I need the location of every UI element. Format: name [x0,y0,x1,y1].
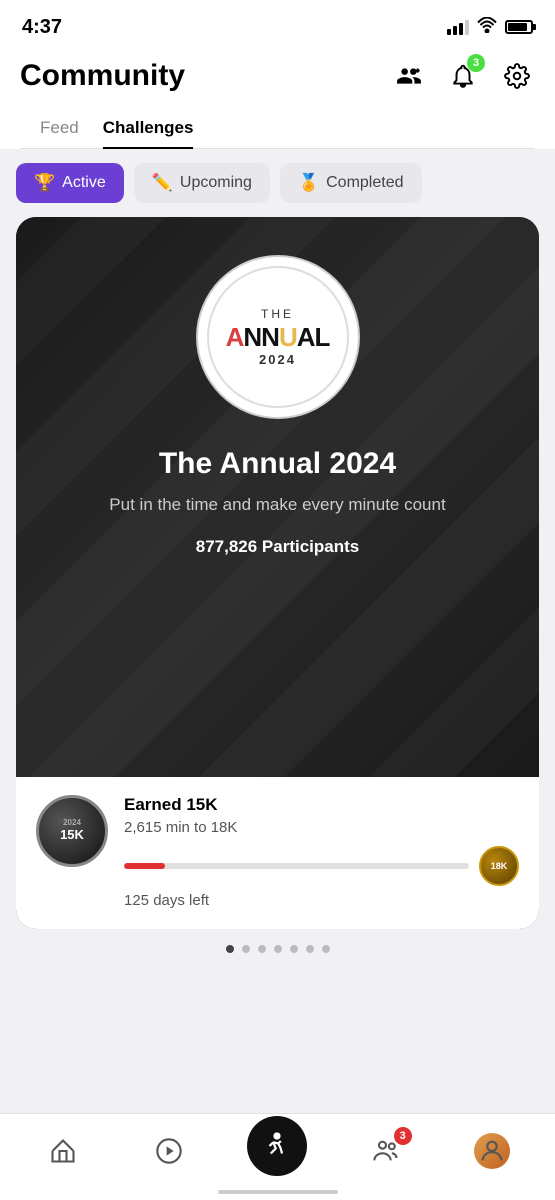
main-tabs: Feed Challenges [20,108,535,149]
notifications-button[interactable]: 3 [445,58,481,94]
challenge-participants: 877,826 Participants [196,537,359,557]
wifi-icon [477,17,497,38]
filter-active-label: Active [62,174,106,192]
progress-info: Earned 15K 2,615 min to 18K 18K 125 days… [124,795,519,909]
header-actions: 3 [391,58,535,94]
progress-bar-fill [124,863,165,869]
add-person-icon [396,63,422,89]
home-button[interactable] [35,1127,91,1175]
next-badge-label: 18K [491,861,508,871]
filter-upcoming-label: Upcoming [180,174,252,192]
gear-icon [504,63,530,89]
dot-4[interactable] [274,945,282,953]
dot-3[interactable] [258,945,266,953]
tab-feed[interactable]: Feed [40,108,79,148]
play-icon [155,1137,183,1165]
filter-completed[interactable]: 🏅 Completed [280,163,422,203]
filter-upcoming[interactable]: ✏️ Upcoming [134,163,270,203]
logo-annual-text: ANNUAL [226,323,330,352]
page-title: Community [20,59,185,93]
profile-button[interactable] [464,1127,520,1175]
next-badge: 18K [479,846,519,886]
challenge-card: THE ANNUAL 2024 The Annual 2024 Put in t… [16,217,539,929]
trophy-icon: 🏆 [34,173,55,193]
challenge-description: Put in the time and make every minute co… [109,493,445,517]
home-icon [49,1137,77,1165]
settings-button[interactable] [499,58,535,94]
status-icons [447,17,533,38]
community-badge: 3 [394,1127,412,1145]
challenge-logo: THE ANNUAL 2024 [198,257,358,417]
remaining-label: 2,615 min to 18K [124,819,519,836]
play-button[interactable] [141,1127,197,1175]
filter-completed-label: Completed [326,174,403,192]
medal-icon: 🏅 [298,173,319,193]
logo-the-text: THE [261,307,294,321]
dot-6[interactable] [306,945,314,953]
progress-bar-wrap: 18K [124,846,519,886]
header: Community 3 Feed [0,50,555,149]
filter-bar: 🏆 Active ✏️ Upcoming 🏅 Completed [0,149,555,217]
pagination-dots [16,929,539,963]
activity-button[interactable] [247,1116,307,1176]
runner-icon [262,1131,292,1161]
community-button[interactable]: 3 [358,1127,414,1175]
days-left: 125 days left [124,892,519,909]
bottom-nav: 3 [0,1113,555,1200]
notification-badge: 3 [467,54,485,72]
dot-1[interactable] [226,945,234,953]
home-indicator [218,1190,338,1194]
dot-5[interactable] [290,945,298,953]
challenge-title: The Annual 2024 [159,447,396,481]
battery-icon [505,20,533,34]
logo-year-text: 2024 [259,352,296,367]
badge-label: 15K [60,827,84,842]
progress-bar-bg [124,863,469,869]
header-top: Community 3 [20,58,535,94]
status-time: 4:37 [22,16,62,39]
challenge-banner: THE ANNUAL 2024 The Annual 2024 Put in t… [16,217,539,777]
main-content: THE ANNUAL 2024 The Annual 2024 Put in t… [0,217,555,979]
add-person-button[interactable] [391,58,427,94]
filter-active[interactable]: 🏆 Active [16,163,124,203]
tab-challenges[interactable]: Challenges [103,108,194,148]
signal-icon [447,20,469,35]
profile-avatar-icon [478,1137,506,1165]
earned-label: Earned 15K [124,795,519,815]
current-badge: 2024 15K [36,795,108,867]
pencil-icon: ✏️ [152,173,173,193]
status-bar: 4:37 [0,0,555,50]
dot-7[interactable] [322,945,330,953]
dot-2[interactable] [242,945,250,953]
avatar [474,1133,510,1169]
progress-card: 2024 15K Earned 15K 2,615 min to 18K 18K… [16,777,539,929]
